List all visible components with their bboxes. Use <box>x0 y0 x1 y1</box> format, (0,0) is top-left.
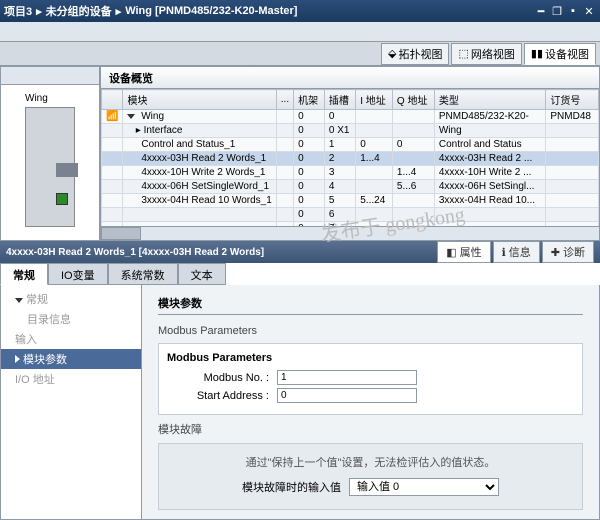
device-overview-header: 设备概览 <box>101 67 599 89</box>
close-icon[interactable]: ✕ <box>582 4 596 18</box>
module-table[interactable]: 模块 ... 机架 插槽 I 地址 Q 地址 类型 订货号 📶 Wing00PN… <box>101 89 599 226</box>
title-bar: 项目3 ▸ 未分组的设备 ▸ Wing [PNMD485/232-K20-Mas… <box>0 0 600 22</box>
section-module-params: 模块参数 <box>158 295 583 315</box>
table-row[interactable]: ▸ Interface00 X1Wing <box>102 124 599 138</box>
table-row[interactable]: 3xxxx-04H Read 10 Words_1055...243xxxx-0… <box>102 194 599 208</box>
lower-tabs: 常规 IO变量 系统常数 文本 <box>0 263 600 285</box>
breadcrumb-p2[interactable]: 未分组的设备 <box>46 3 112 19</box>
breadcrumb-p3[interactable]: Wing [PNMD485/232-K20-Master] <box>125 5 297 17</box>
fault-value-label: 模块故障时的输入值 <box>242 479 349 495</box>
breadcrumb-sep: ▸ <box>116 5 122 18</box>
breadcrumb: 项目3 ▸ 未分组的设备 ▸ Wing [PNMD485/232-K20-Mas… <box>4 3 534 19</box>
breadcrumb-p1[interactable]: 项目3 <box>4 3 32 19</box>
tab-sysconst[interactable]: 系统常数 <box>108 263 178 285</box>
table-row[interactable]: 4xxxx-06H SetSingleWord_1045...64xxxx-06… <box>102 180 599 194</box>
h-scrollbar[interactable] <box>101 226 599 240</box>
breadcrumb-sep: ▸ <box>36 5 42 18</box>
tab-info[interactable]: ℹ信息 <box>493 241 540 263</box>
diag-icon: ✚ <box>551 246 560 259</box>
property-tree: 常规 目录信息 输入 模块参数 I/O 地址 <box>0 285 142 520</box>
device-module-slot <box>56 163 78 177</box>
toolbar <box>0 22 600 42</box>
table-row[interactable]: 4xxxx-03H Read 2 Words_1021...44xxxx-03H… <box>102 152 599 166</box>
tree-catalog[interactable]: 目录信息 <box>1 309 141 329</box>
network-view-button[interactable]: ⬚网络视图 <box>451 43 521 65</box>
view-buttons: ⬙拓扑视图 ⬚网络视图 ▮▮设备视图 <box>0 42 600 66</box>
table-row[interactable]: 06 <box>102 208 599 222</box>
fault-value-select[interactable]: 输入值 0 <box>349 478 499 496</box>
selected-module-title: 4xxxx-03H Read 2 Words_1 [4xxxx-03H Read… <box>6 247 437 258</box>
table-row[interactable]: 📶 Wing00PNMD485/232-K20-PNMD48 <box>102 110 599 124</box>
modbus-params-label: Modbus Parameters <box>158 325 583 337</box>
col-rack[interactable]: 机架 <box>294 90 325 110</box>
properties-icon: ◧ <box>446 246 456 259</box>
device-graphic-panel: Wing <box>0 66 100 241</box>
property-strip: 4xxxx-03H Read 2 Words_1 [4xxxx-03H Read… <box>0 241 600 263</box>
modbus-no-input[interactable] <box>277 370 417 385</box>
network-icon: ⬚ <box>458 47 468 60</box>
tab-text[interactable]: 文本 <box>178 263 226 285</box>
col-module[interactable]: 模块 <box>123 90 276 110</box>
col-dots[interactable]: ... <box>276 90 293 110</box>
device-graphic-toolbar <box>1 67 99 85</box>
device-connector <box>56 193 68 205</box>
col-type[interactable]: 类型 <box>434 90 546 110</box>
topology-icon: ⬙ <box>388 47 396 60</box>
info-icon: ℹ <box>502 246 506 259</box>
modbus-params-box-header: Modbus Parameters <box>167 352 574 364</box>
fault-note-text: 通过"保持上一个值"设置，无法检评估入的值状态。 <box>173 454 568 470</box>
tab-properties[interactable]: ◧属性 <box>437 241 490 263</box>
col-icon[interactable] <box>102 90 123 110</box>
col-slot[interactable]: 插槽 <box>324 90 355 110</box>
start-address-input[interactable] <box>277 388 417 403</box>
tab-iovars[interactable]: IO变量 <box>48 263 108 285</box>
tree-inputs[interactable]: 输入 <box>1 329 141 349</box>
table-row[interactable]: Control and Status_10100Control and Stat… <box>102 138 599 152</box>
pin-icon[interactable]: ▪ <box>566 4 580 18</box>
minimize-icon[interactable]: ━ <box>534 4 548 18</box>
restore-icon[interactable]: ❐ <box>550 4 564 18</box>
device-table-panel: 设备概览 模块 ... 机架 插槽 I 地址 Q 地址 类型 订货号 📶 Win… <box>100 66 600 241</box>
start-address-label: Start Address : <box>167 390 277 402</box>
device-body[interactable] <box>25 107 75 227</box>
col-order[interactable]: 订货号 <box>546 90 599 110</box>
device-view-button[interactable]: ▮▮设备视图 <box>524 43 596 65</box>
modbus-no-label: Modbus No. : <box>167 372 277 384</box>
table-row[interactable]: 4xxxx-10H Write 2 Words_1031...44xxxx-10… <box>102 166 599 180</box>
module-fault-label: 模块故障 <box>158 421 583 437</box>
tree-module-params[interactable]: 模块参数 <box>1 349 141 369</box>
tab-diagnostics[interactable]: ✚诊断 <box>542 241 594 263</box>
col-qaddr[interactable]: Q 地址 <box>392 90 434 110</box>
col-iaddr[interactable]: I 地址 <box>356 90 393 110</box>
tab-general[interactable]: 常规 <box>0 263 48 285</box>
tree-io-addr[interactable]: I/O 地址 <box>1 369 141 389</box>
device-icon: ▮▮ <box>531 47 543 60</box>
topology-view-button[interactable]: ⬙拓扑视图 <box>381 43 449 65</box>
fault-note-box: 通过"保持上一个值"设置，无法检评估入的值状态。 模块故障时的输入值 输入值 0 <box>158 443 583 510</box>
tree-general[interactable]: 常规 <box>1 289 141 309</box>
device-label: Wing <box>25 93 48 104</box>
property-form: 模块参数 Modbus Parameters Modbus Parameters… <box>142 285 600 520</box>
